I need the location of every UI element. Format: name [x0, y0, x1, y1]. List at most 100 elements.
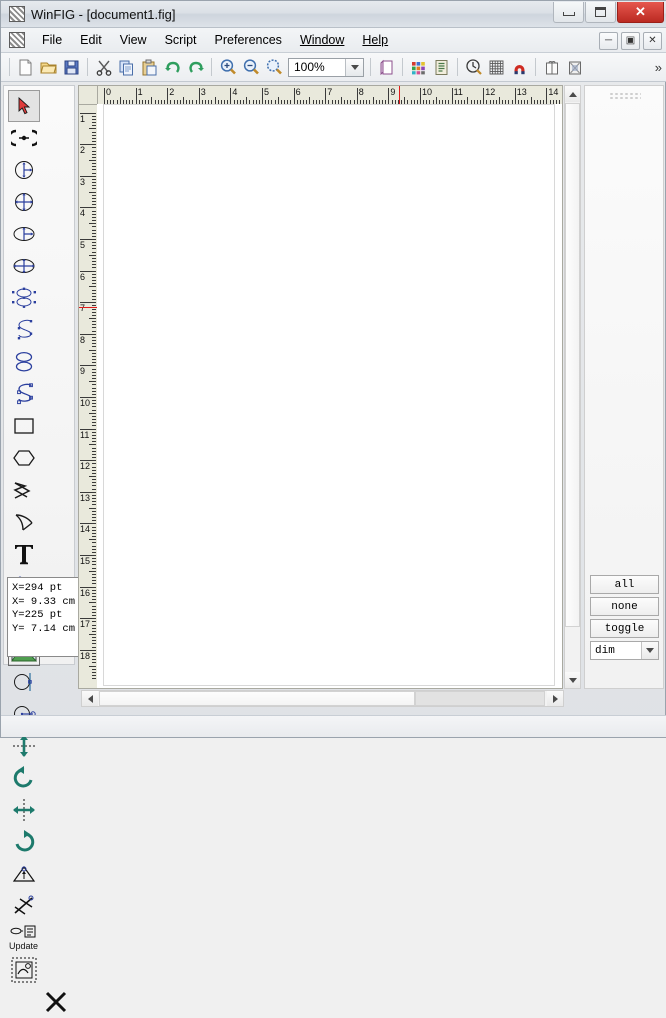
ruler-minor-tick — [92, 390, 96, 392]
scroll-down-button[interactable] — [565, 672, 580, 688]
horizontal-scrollbar[interactable] — [81, 690, 564, 707]
tool-circle-diameter[interactable] — [8, 186, 40, 218]
vertical-scroll-thumb[interactable] — [565, 103, 580, 627]
drawing-canvas[interactable] — [97, 104, 563, 689]
tool-polygon[interactable] — [8, 442, 40, 474]
ruler-minor-tick — [92, 251, 96, 253]
horizontal-scroll-track-right[interactable] — [415, 691, 545, 706]
select-none-button[interactable]: none — [590, 597, 659, 616]
menu-file[interactable]: File — [33, 30, 71, 51]
document-icon[interactable] — [9, 32, 25, 48]
tool-ellipse-diameter[interactable] — [8, 250, 40, 282]
tool-rotate-ccw[interactable] — [8, 762, 40, 794]
scroll-up-button[interactable] — [565, 86, 580, 102]
paste-clipboard-icon[interactable] — [138, 56, 161, 79]
open-folder-icon[interactable] — [37, 56, 60, 79]
select-all-button[interactable]: all — [590, 575, 659, 594]
toolbar-overflow-button[interactable]: » — [655, 60, 662, 75]
cut-scissors-icon[interactable] — [92, 56, 115, 79]
page-setup-icon[interactable] — [375, 56, 398, 79]
menu-edit[interactable]: Edit — [71, 30, 111, 51]
mdi-close-button[interactable]: ✕ — [643, 32, 662, 50]
tool-polyline[interactable] — [8, 474, 40, 506]
tool-delete[interactable] — [40, 986, 71, 1018]
vertical-ruler[interactable]: 1 2 3 4 5 6 7 8 9 10 11 12 13 14 15 16 17 18 — [78, 104, 97, 689]
tool-scale-point[interactable] — [8, 890, 40, 922]
undo-arrow-icon[interactable] — [161, 56, 184, 79]
tool-point-edit[interactable] — [8, 122, 40, 154]
ruler-label: 3 — [80, 176, 86, 187]
mdi-minimize-button[interactable]: ─ — [599, 32, 618, 50]
tool-update-properties[interactable]: Update — [8, 922, 40, 954]
ruler-minor-tick — [92, 374, 96, 376]
zoom-fit-icon[interactable] — [262, 56, 285, 79]
panel-grip-handle[interactable] — [609, 92, 641, 99]
tool-text[interactable] — [8, 538, 40, 570]
dim-dropdown-arrow[interactable] — [641, 642, 658, 659]
mdi-restore-button[interactable]: ▣ — [621, 32, 640, 50]
copy-icon[interactable] — [115, 56, 138, 79]
select-toggle-button[interactable]: toggle — [590, 619, 659, 638]
maximize-button[interactable] — [585, 2, 616, 23]
ruler-minor-tick — [92, 611, 96, 613]
magnet-snap-icon[interactable] — [508, 56, 531, 79]
tool-circle-tangent[interactable] — [8, 666, 40, 698]
grid-icon[interactable] — [485, 56, 508, 79]
tool-edit-object[interactable] — [8, 954, 40, 986]
toolbar-separator — [402, 58, 403, 76]
ruler-minor-tick — [89, 665, 96, 667]
ruler-minor-tick — [92, 646, 96, 648]
tool-circle-radius[interactable] — [8, 154, 40, 186]
tool-ellipse-radius[interactable] — [8, 218, 40, 250]
tool-open-spline[interactable] — [8, 314, 40, 346]
tool-arc-box[interactable] — [8, 506, 40, 538]
new-document-icon[interactable] — [14, 56, 37, 79]
redo-arrow-icon[interactable] — [184, 56, 207, 79]
zoom-level-combobox[interactable]: 100% — [288, 57, 364, 77]
horizontal-scroll-thumb[interactable] — [99, 691, 415, 706]
ruler-minor-tick — [92, 188, 96, 190]
ruler-minor-tick — [92, 678, 96, 680]
zoom-in-icon[interactable] — [216, 56, 239, 79]
horizontal-ruler[interactable]: 0 1 2 3 4 5 6 7 8 9 10 11 12 13 14 — [97, 85, 563, 104]
tool-align-point[interactable] — [8, 858, 40, 890]
minimize-button[interactable] — [553, 2, 584, 23]
depth-icon[interactable] — [462, 56, 485, 79]
save-disk-icon[interactable] — [60, 56, 83, 79]
ruler-major-tick — [420, 88, 421, 104]
scroll-right-button[interactable] — [547, 691, 563, 706]
scroll-left-button[interactable] — [82, 691, 98, 706]
ruler-minor-tick — [92, 226, 96, 228]
menu-help[interactable]: Help — [353, 30, 397, 51]
zoom-out-icon[interactable] — [239, 56, 262, 79]
ruler-label: 13 — [80, 492, 91, 503]
tool-flip-horizontal[interactable] — [8, 794, 40, 826]
dim-dropdown[interactable]: dim — [590, 641, 659, 660]
document-page[interactable] — [103, 104, 555, 686]
menu-preferences[interactable]: Preferences — [206, 30, 291, 51]
ruler-minor-tick — [92, 267, 96, 269]
close-button[interactable]: ✕ — [617, 2, 664, 23]
menu-window[interactable]: Window — [291, 30, 353, 51]
app-icon[interactable] — [9, 6, 25, 22]
tool-closed-spline[interactable] — [8, 282, 40, 314]
tool-closed-interp-spline[interactable] — [8, 346, 40, 378]
ruler-minor-tick — [92, 384, 96, 386]
tool-open-interp-spline[interactable] — [8, 378, 40, 410]
coord-y-cm: Y= 7.14 cm — [12, 622, 76, 635]
tool-rectangle[interactable] — [8, 410, 40, 442]
ruler-minor-tick — [92, 561, 96, 563]
tool-rotate-cw[interactable] — [8, 826, 40, 858]
ruler-minor-tick — [92, 324, 96, 326]
menu-view[interactable]: View — [111, 30, 156, 51]
export-icon[interactable] — [563, 56, 586, 79]
zoom-dropdown-arrow[interactable] — [345, 58, 363, 76]
layers-list-icon[interactable] — [430, 56, 453, 79]
menu-script[interactable]: Script — [156, 30, 206, 51]
library-icon[interactable] — [540, 56, 563, 79]
ruler-minor-tick — [92, 400, 96, 402]
tool-select-arrow[interactable] — [8, 90, 40, 122]
color-palette-icon[interactable] — [407, 56, 430, 79]
ruler-minor-tick — [89, 381, 96, 383]
vertical-scrollbar[interactable] — [564, 85, 581, 689]
